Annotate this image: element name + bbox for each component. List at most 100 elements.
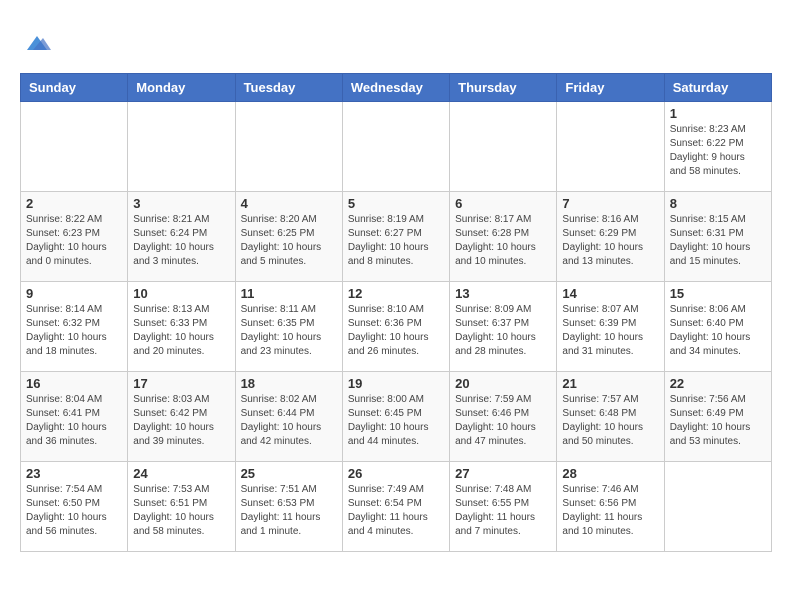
- day-number: 7: [562, 196, 658, 211]
- day-number: 6: [455, 196, 551, 211]
- calendar-cell: [557, 102, 664, 192]
- day-number: 18: [241, 376, 337, 391]
- day-number: 2: [26, 196, 122, 211]
- calendar-cell: 25 Sunrise: 7:51 AM Sunset: 6:53 PM Dayli…: [235, 462, 342, 552]
- calendar-week-4: 23Sunrise: 7:54 AM Sunset: 6:50 PM Dayli…: [21, 462, 772, 552]
- calendar-cell: 18 Sunrise: 8:02 AM Sunset: 6:44 PM Dayli…: [235, 372, 342, 462]
- calendar-cell: [21, 102, 128, 192]
- calendar-week-2: 9 Sunrise: 8:14 AM Sunset: 6:32 PM Daylig…: [21, 282, 772, 372]
- logo: [20, 30, 51, 63]
- calendar-week-1: 2 Sunrise: 8:22 AM Sunset: 6:23 PM Daylig…: [21, 192, 772, 282]
- calendar-cell: [128, 102, 235, 192]
- calendar-cell: 14 Sunrise: 8:07 AM Sunset: 6:39 PM Dayli…: [557, 282, 664, 372]
- calendar-table: SundayMondayTuesdayWednesdayThursdayFrid…: [20, 73, 772, 552]
- calendar-cell: 6 Sunrise: 8:17 AM Sunset: 6:28 PM Daylig…: [450, 192, 557, 282]
- day-info: Sunrise: 8:07 AM Sunset: 6:39 PM Dayligh…: [562, 303, 658, 359]
- header-thursday: Thursday: [450, 74, 557, 102]
- calendar-cell: 12 Sunrise: 8:10 AM Sunset: 6:36 PM Dayli…: [342, 282, 449, 372]
- day-info: Sunrise: 8:19 AM Sunset: 6:27 PM Dayligh…: [348, 213, 444, 269]
- day-number: 10: [133, 286, 229, 301]
- calendar-cell: 4 Sunrise: 8:20 AM Sunset: 6:25 PM Daylig…: [235, 192, 342, 282]
- day-info: Sunrise: 8:14 AM Sunset: 6:32 PM Dayligh…: [26, 303, 122, 359]
- day-info: Sunrise: 7:48 AM Sunset: 6:55 PM Dayligh…: [455, 483, 551, 539]
- calendar-cell: 15 Sunrise: 8:06 AM Sunset: 6:40 PM Dayli…: [664, 282, 771, 372]
- calendar-cell: 22 Sunrise: 7:56 AM Sunset: 6:49 PM Dayli…: [664, 372, 771, 462]
- calendar-cell: 10 Sunrise: 8:13 AM Sunset: 6:33 PM Dayli…: [128, 282, 235, 372]
- day-info: Sunrise: 8:17 AM Sunset: 6:28 PM Dayligh…: [455, 213, 551, 269]
- day-number: 20: [455, 376, 551, 391]
- calendar-cell: 9 Sunrise: 8:14 AM Sunset: 6:32 PM Daylig…: [21, 282, 128, 372]
- day-number: 26: [348, 466, 444, 481]
- calendar-cell: [664, 462, 771, 552]
- day-info: Sunrise: 7:51 AM Sunset: 6:53 PM Dayligh…: [241, 483, 337, 539]
- day-number: 16: [26, 376, 122, 391]
- day-number: 23: [26, 466, 122, 481]
- calendar-header-row: SundayMondayTuesdayWednesdayThursdayFrid…: [21, 74, 772, 102]
- day-info: Sunrise: 8:06 AM Sunset: 6:40 PM Dayligh…: [670, 303, 766, 359]
- calendar-cell: 27 Sunrise: 7:48 AM Sunset: 6:55 PM Dayli…: [450, 462, 557, 552]
- calendar-cell: 26 Sunrise: 7:49 AM Sunset: 6:54 PM Dayli…: [342, 462, 449, 552]
- header-wednesday: Wednesday: [342, 74, 449, 102]
- header-sunday: Sunday: [21, 74, 128, 102]
- day-number: 22: [670, 376, 766, 391]
- day-number: 15: [670, 286, 766, 301]
- calendar-cell: 3 Sunrise: 8:21 AM Sunset: 6:24 PM Daylig…: [128, 192, 235, 282]
- calendar-cell: 7Sunrise: 8:16 AM Sunset: 6:29 PM Daylig…: [557, 192, 664, 282]
- calendar-cell: 19 Sunrise: 8:00 AM Sunset: 6:45 PM Dayli…: [342, 372, 449, 462]
- day-number: 1: [670, 106, 766, 121]
- calendar-cell: 8 Sunrise: 8:15 AM Sunset: 6:31 PM Daylig…: [664, 192, 771, 282]
- calendar-cell: 2 Sunrise: 8:22 AM Sunset: 6:23 PM Daylig…: [21, 192, 128, 282]
- day-number: 12: [348, 286, 444, 301]
- day-number: 5: [348, 196, 444, 211]
- day-info: Sunrise: 8:09 AM Sunset: 6:37 PM Dayligh…: [455, 303, 551, 359]
- calendar-week-3: 16 Sunrise: 8:04 AM Sunset: 6:41 PM Dayli…: [21, 372, 772, 462]
- day-info: Sunrise: 8:11 AM Sunset: 6:35 PM Dayligh…: [241, 303, 337, 359]
- calendar-cell: 28 Sunrise: 7:46 AM Sunset: 6:56 PM Dayli…: [557, 462, 664, 552]
- day-number: 11: [241, 286, 337, 301]
- day-number: 8: [670, 196, 766, 211]
- day-number: 27: [455, 466, 551, 481]
- day-number: 4: [241, 196, 337, 211]
- day-number: 13: [455, 286, 551, 301]
- calendar-cell: 11 Sunrise: 8:11 AM Sunset: 6:35 PM Dayli…: [235, 282, 342, 372]
- day-info: Sunrise: 8:04 AM Sunset: 6:41 PM Dayligh…: [26, 393, 122, 449]
- day-info: Sunrise: 7:49 AM Sunset: 6:54 PM Dayligh…: [348, 483, 444, 539]
- day-number: 28: [562, 466, 658, 481]
- day-info: Sunrise: 8:15 AM Sunset: 6:31 PM Dayligh…: [670, 213, 766, 269]
- calendar-cell: 1 Sunrise: 8:23 AM Sunset: 6:22 PM Daylig…: [664, 102, 771, 192]
- day-info: Sunrise: 8:21 AM Sunset: 6:24 PM Dayligh…: [133, 213, 229, 269]
- day-info: Sunrise: 8:13 AM Sunset: 6:33 PM Dayligh…: [133, 303, 229, 359]
- header-monday: Monday: [128, 74, 235, 102]
- day-number: 24: [133, 466, 229, 481]
- day-number: 9: [26, 286, 122, 301]
- day-info: Sunrise: 7:56 AM Sunset: 6:49 PM Dayligh…: [670, 393, 766, 449]
- header-saturday: Saturday: [664, 74, 771, 102]
- calendar-cell: 5 Sunrise: 8:19 AM Sunset: 6:27 PM Daylig…: [342, 192, 449, 282]
- day-info: Sunrise: 8:03 AM Sunset: 6:42 PM Dayligh…: [133, 393, 229, 449]
- day-info: Sunrise: 7:53 AM Sunset: 6:51 PM Dayligh…: [133, 483, 229, 539]
- day-info: Sunrise: 8:00 AM Sunset: 6:45 PM Dayligh…: [348, 393, 444, 449]
- day-number: 25: [241, 466, 337, 481]
- day-info: Sunrise: 8:20 AM Sunset: 6:25 PM Dayligh…: [241, 213, 337, 269]
- day-number: 19: [348, 376, 444, 391]
- day-number: 3: [133, 196, 229, 211]
- day-info: Sunrise: 8:02 AM Sunset: 6:44 PM Dayligh…: [241, 393, 337, 449]
- logo-icon: [23, 30, 51, 58]
- day-number: 14: [562, 286, 658, 301]
- header-tuesday: Tuesday: [235, 74, 342, 102]
- day-info: Sunrise: 7:59 AM Sunset: 6:46 PM Dayligh…: [455, 393, 551, 449]
- calendar-cell: 16 Sunrise: 8:04 AM Sunset: 6:41 PM Dayli…: [21, 372, 128, 462]
- calendar-cell: 23Sunrise: 7:54 AM Sunset: 6:50 PM Dayli…: [21, 462, 128, 552]
- calendar-cell: 13 Sunrise: 8:09 AM Sunset: 6:37 PM Dayli…: [450, 282, 557, 372]
- day-info: Sunrise: 8:23 AM Sunset: 6:22 PM Dayligh…: [670, 123, 766, 179]
- day-info: Sunrise: 8:10 AM Sunset: 6:36 PM Dayligh…: [348, 303, 444, 359]
- calendar-cell: [342, 102, 449, 192]
- day-number: 17: [133, 376, 229, 391]
- day-info: Sunrise: 8:22 AM Sunset: 6:23 PM Dayligh…: [26, 213, 122, 269]
- header-friday: Friday: [557, 74, 664, 102]
- day-info: Sunrise: 7:46 AM Sunset: 6:56 PM Dayligh…: [562, 483, 658, 539]
- day-info: Sunrise: 7:57 AM Sunset: 6:48 PM Dayligh…: [562, 393, 658, 449]
- page-header: [20, 20, 772, 63]
- calendar-cell: 21 Sunrise: 7:57 AM Sunset: 6:48 PM Dayli…: [557, 372, 664, 462]
- day-number: 21: [562, 376, 658, 391]
